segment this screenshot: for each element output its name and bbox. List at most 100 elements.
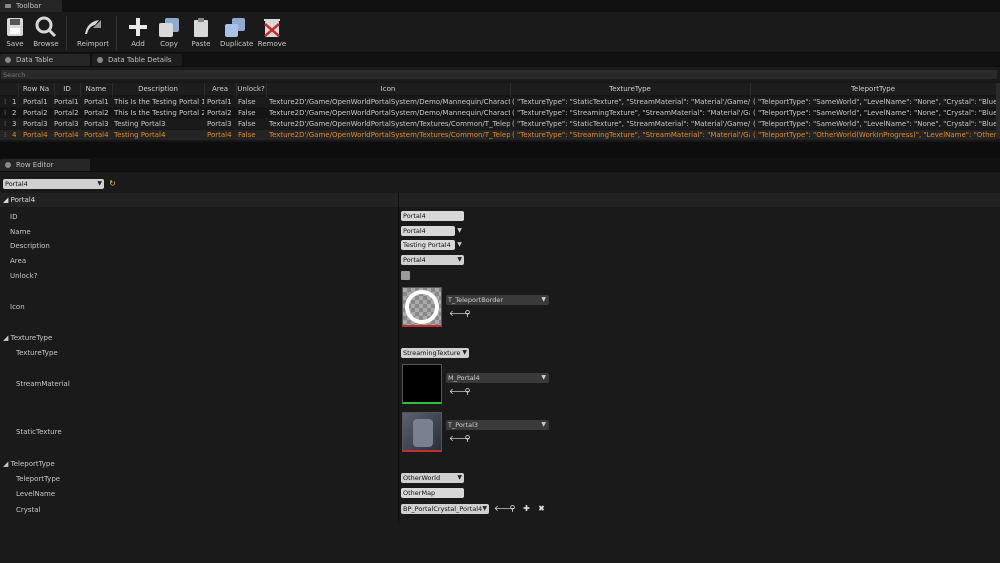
icon-thumbnail[interactable]: [402, 287, 442, 327]
add-new-icon[interactable]: ✚: [522, 504, 531, 513]
save-icon: [7, 18, 23, 36]
id-field[interactable]: Portal4: [401, 211, 464, 221]
tab-details-label: Data Table Details: [108, 56, 172, 64]
icon-asset-dropdown[interactable]: T_TeleportBorder ▼: [446, 295, 549, 305]
label-id: ID: [10, 213, 18, 221]
reimport-icon: [85, 20, 101, 34]
table-row[interactable]: ⁞ 3 Portal3 Portal3 Portal3 Testing Port…: [0, 119, 996, 129]
use-selected-arrow-icon[interactable]: 🡐: [449, 309, 470, 318]
add-icon: [129, 18, 147, 36]
teleport-group-label: TeleportType: [10, 460, 55, 468]
table-scrollbar[interactable]: [996, 83, 1000, 139]
tab-data-table[interactable]: Data Table: [0, 54, 90, 66]
cell-id: Portal3: [54, 120, 79, 128]
cell-texture-type: ( "TextureType": "StreamingTexture", "St…: [512, 131, 750, 139]
col-header-texture-type[interactable]: TextureType: [510, 84, 750, 94]
col-header-area[interactable]: Area: [204, 84, 236, 94]
duplicate-icon: [225, 18, 245, 37]
cell-name: Portal3: [84, 120, 109, 128]
browse-label: Browse: [33, 40, 59, 48]
table-row[interactable]: ⁞ 1 Portal1 Portal1 Portal1 This Is the …: [0, 97, 996, 107]
label-icon: Icon: [10, 303, 25, 311]
teleport-group-header[interactable]: ◢ TeleportType: [3, 460, 55, 468]
texture-group-label: TextureType: [10, 334, 53, 342]
paste-icon: [194, 18, 208, 37]
static-texture-value: T_Portal3: [448, 421, 479, 429]
col-header-icon[interactable]: Icon: [266, 84, 510, 94]
chevron-down-icon: ▼: [541, 374, 546, 381]
label-area: Area: [10, 257, 27, 265]
name-field[interactable]: Portal4: [401, 226, 455, 236]
tab-row-editor[interactable]: Row Editor: [0, 159, 90, 171]
chevron-down-icon: ▼: [482, 505, 487, 512]
area-dropdown[interactable]: Portal4 ▼: [401, 255, 464, 265]
search-input[interactable]: [1, 70, 997, 79]
static-texture-dropdown[interactable]: T_Portal3 ▼: [446, 420, 549, 430]
col-header-teleport-type[interactable]: TeleportType: [750, 84, 996, 94]
texture-type-value: StreamingTexture: [403, 349, 461, 357]
browse-button[interactable]: Browse: [31, 15, 61, 51]
row-selector-dropdown[interactable]: Portal4 ▼: [3, 179, 104, 189]
static-texture-thumbnail[interactable]: [402, 412, 442, 452]
browse-search-icon[interactable]: ⚲: [508, 504, 517, 513]
cell-row-name: Portal1: [23, 98, 48, 106]
col-header-id[interactable]: ID: [54, 84, 80, 94]
stream-material-thumbnail[interactable]: [402, 364, 442, 404]
cell-texture-type: ( "TextureType": "StaticTexture", "Strea…: [512, 120, 750, 128]
paste-button[interactable]: Paste: [186, 15, 216, 51]
level-name-field[interactable]: OtherMap: [401, 488, 464, 498]
table-row-selected[interactable]: ⁞ 4 Portal4 Portal4 Portal4 Testing Port…: [0, 130, 996, 140]
reimport-button[interactable]: Reimport: [77, 15, 109, 51]
use-selected-arrow-icon[interactable]: 🡐: [449, 387, 470, 396]
tab-row-editor-label: Row Editor: [16, 161, 54, 169]
teleport-type-dropdown[interactable]: OtherWorld ▼: [401, 473, 464, 483]
remove-button[interactable]: Remove: [257, 15, 287, 51]
description-field[interactable]: Testing Portal4: [401, 240, 455, 250]
use-selected-arrow-icon[interactable]: 🡐: [494, 504, 515, 513]
col-header-name[interactable]: Name: [80, 84, 112, 94]
texture-group-header[interactable]: ◢ TextureType: [3, 334, 52, 342]
property-splitter[interactable]: [398, 193, 399, 523]
duplicate-button[interactable]: Duplicate: [220, 15, 253, 51]
chevron-down-icon: ▼: [541, 296, 546, 303]
stream-material-value: M_Portal4: [448, 374, 480, 382]
cell-area: Portal3: [207, 120, 232, 128]
col-header-unlock[interactable]: Unlock?: [236, 84, 266, 94]
save-button[interactable]: Save: [0, 15, 30, 51]
paste-label: Paste: [191, 40, 211, 48]
col-header-description[interactable]: Description: [112, 84, 204, 94]
remove-label: Remove: [257, 40, 287, 48]
col-header-row-name[interactable]: Row Na: [18, 84, 54, 94]
table-row[interactable]: ⁞ 2 Portal2 Portal2 Portal2 This Is the …: [0, 108, 996, 118]
texture-type-dropdown[interactable]: StreamingTexture ▼: [401, 348, 469, 358]
chevron-down-icon: ▼: [457, 256, 462, 263]
cell-unlock: False: [238, 120, 256, 128]
copy-button[interactable]: Copy: [154, 15, 184, 51]
browse-search-icon[interactable]: ⚲: [463, 387, 472, 396]
cell-row-name: Portal4: [23, 131, 48, 139]
browse-search-icon[interactable]: ⚲: [463, 309, 472, 318]
reset-arrow-icon[interactable]: ↻: [108, 179, 117, 188]
section-title[interactable]: ◢ Portal4: [3, 196, 35, 204]
cell-description: This Is the Testing Portal 1: [114, 98, 204, 106]
tab-toolbar[interactable]: Toolbar: [0, 0, 62, 12]
copy-icon: [159, 18, 179, 37]
browse-search-icon[interactable]: ⚲: [463, 434, 472, 443]
use-selected-arrow-icon[interactable]: 🡐: [449, 434, 470, 443]
name-chevron-down-icon[interactable]: ▼: [455, 226, 464, 235]
cell-unlock: False: [238, 131, 256, 139]
cell-unlock: False: [238, 109, 256, 117]
tab-data-table-details[interactable]: Data Table Details: [92, 54, 182, 66]
label-stream-material: StreamMaterial: [16, 380, 70, 388]
cell-name: Portal1: [84, 98, 109, 106]
toolbar-separator: [116, 16, 117, 50]
unlock-checkbox[interactable]: [401, 271, 410, 280]
description-chevron-down-icon[interactable]: ▼: [455, 240, 464, 249]
clear-icon[interactable]: ✖: [537, 504, 546, 513]
cell-row-name: Portal3: [23, 120, 48, 128]
stream-material-dropdown[interactable]: M_Portal4 ▼: [446, 373, 549, 383]
cell-name: Portal2: [84, 109, 109, 117]
add-button[interactable]: Add: [123, 15, 153, 51]
cell-area: Portal2: [207, 109, 232, 117]
crystal-dropdown[interactable]: BP_PortalCrystal_Portal4 ▼: [401, 504, 489, 514]
